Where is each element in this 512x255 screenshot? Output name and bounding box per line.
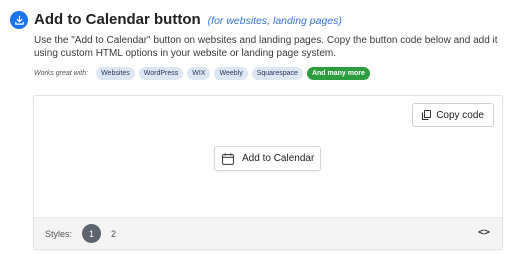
page-title: Add to Calendar button (34, 11, 201, 28)
code-view-toggle[interactable]: <> (478, 227, 490, 238)
copy-icon (422, 110, 432, 120)
works-with-label: Works great with: (34, 70, 89, 77)
style-option-2[interactable]: 2 (111, 229, 116, 239)
page-subtitle: (for websites, landing pages) (207, 15, 342, 27)
copy-code-label: Copy code (436, 109, 484, 121)
add-to-calendar-button[interactable]: Add to Calendar (214, 146, 321, 171)
styles-label: Styles: (45, 228, 73, 239)
tag-wix: WIX (187, 67, 211, 80)
copy-code-button[interactable]: Copy code (412, 103, 494, 127)
tag-and-many-more: And many more (306, 67, 370, 80)
style-option-1[interactable]: 1 (82, 224, 102, 243)
tag-wordpress: WordPress (138, 67, 184, 80)
preview-card: Copy code Add to Calendar Styles: 1 2 <> (33, 95, 503, 250)
calendar-icon (222, 152, 234, 165)
description: Use the "Add to Calendar" button on webs… (34, 35, 498, 59)
add-to-calendar-label: Add to Calendar (242, 153, 315, 164)
download-calendar-icon (10, 11, 28, 29)
styles-bar: Styles: 1 2 <> (34, 217, 502, 249)
tag-squarespace: Squarespace (251, 67, 303, 80)
works-with-row: Works great with: Websites WordPress WIX… (34, 67, 374, 80)
title-row: Add to Calendar button (for websites, la… (34, 11, 342, 31)
tag-weebly: Weebly (214, 67, 248, 80)
tag-websites: Websites (96, 67, 135, 80)
